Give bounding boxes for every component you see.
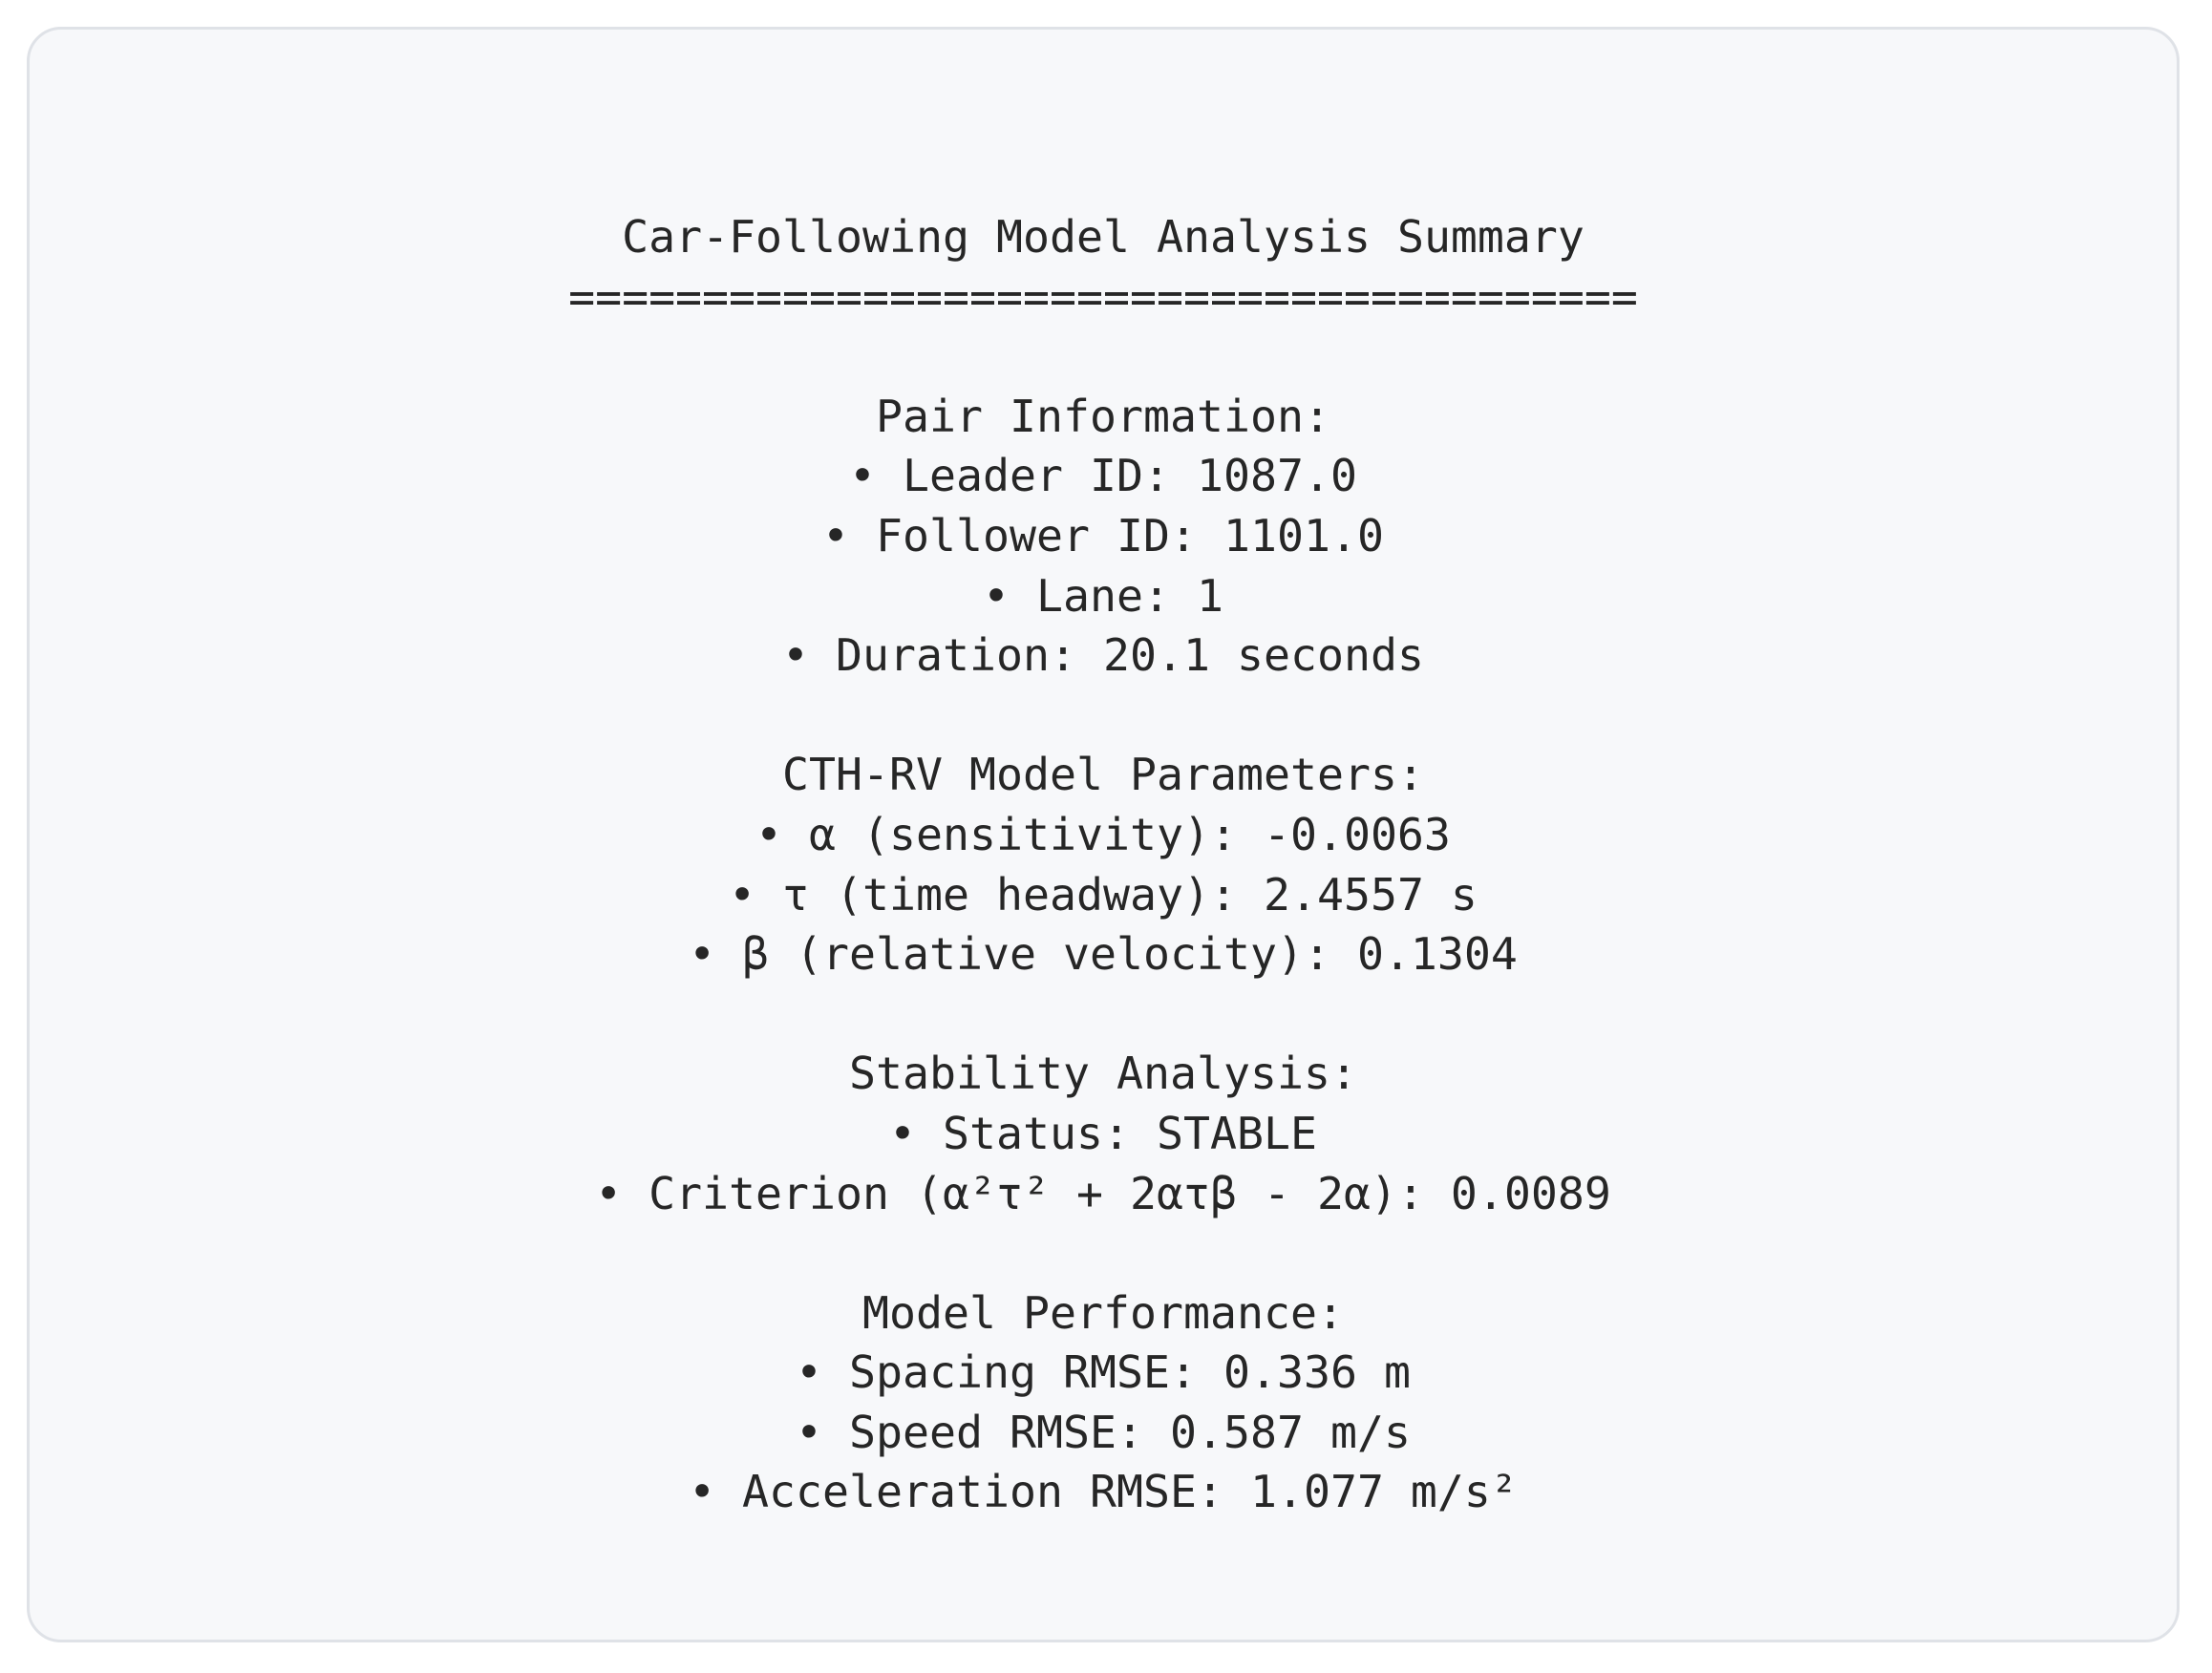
section-heading-pair-information: Pair Information:	[876, 390, 1330, 442]
summary-title: Car-Following Model Analysis Summary	[622, 211, 1585, 263]
pair-leader-id: • Leader ID: 1087.0	[849, 450, 1357, 502]
param-beta: • β (relative velocity): 0.1304	[689, 928, 1518, 981]
section-heading-stability-analysis: Stability Analysis:	[849, 1048, 1357, 1100]
pair-follower-id: • Follower ID: 1101.0	[822, 509, 1384, 561]
title-separator: ========================================	[568, 270, 1638, 323]
section-heading-model-performance: Model Performance:	[862, 1286, 1344, 1339]
param-tau: • τ (time headway): 2.4557 s	[729, 868, 1478, 921]
pair-lane: • Lane: 1	[983, 569, 1223, 622]
pair-duration: • Duration: 20.1 seconds	[782, 629, 1424, 682]
perf-acceleration-rmse: • Acceleration RMSE: 1.077 m/s²	[689, 1466, 1518, 1518]
section-heading-model-parameters: CTH-RV Model Parameters:	[782, 749, 1424, 801]
param-alpha: • α (sensitivity): -0.0063	[755, 808, 1451, 860]
perf-spacing-rmse: • Spacing RMSE: 0.336 m	[796, 1346, 1411, 1399]
stability-criterion: • Criterion (α²τ² + 2ατβ - 2α): 0.0089	[595, 1167, 1611, 1219]
perf-speed-rmse: • Speed RMSE: 0.587 m/s	[796, 1406, 1411, 1458]
summary-text-block: Car-Following Model Analysis Summary ===…	[30, 207, 2177, 1522]
stability-status: • Status: STABLE	[889, 1107, 1317, 1159]
summary-panel: Car-Following Model Analysis Summary ===…	[27, 27, 2180, 1642]
